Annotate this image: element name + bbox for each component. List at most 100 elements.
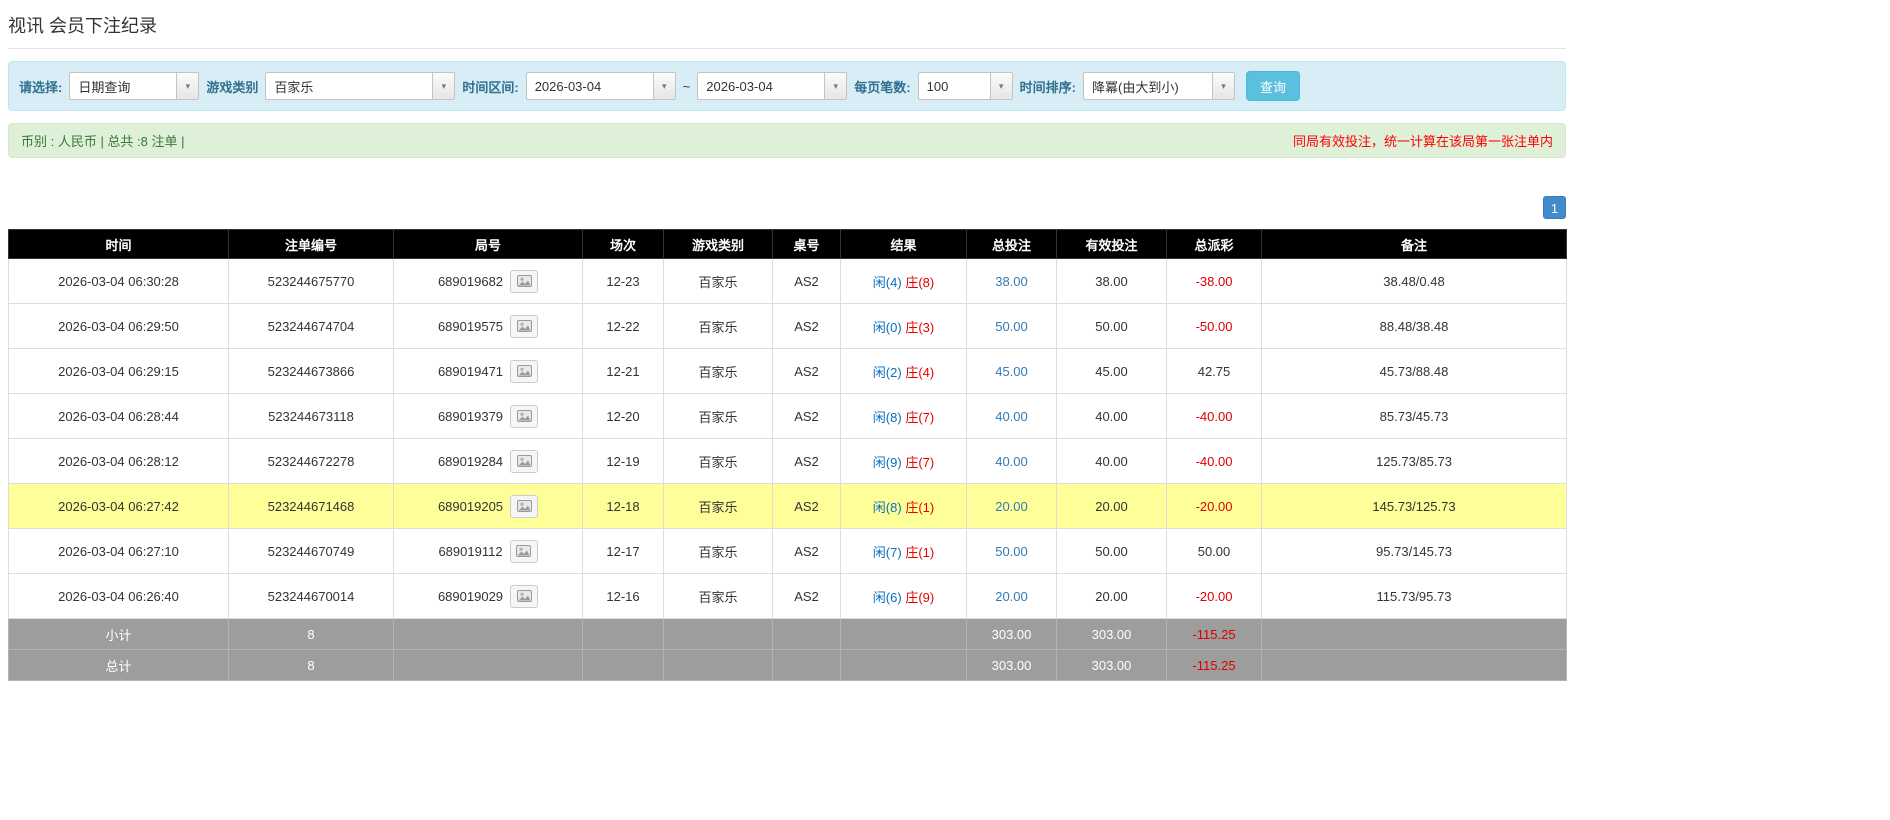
time-cell: 2026-03-04 06:28:44 <box>8 393 229 439</box>
video-replay-icon[interactable] <box>510 269 539 293</box>
total-bet-cell: 50.00 <box>966 303 1057 349</box>
total-bet-link[interactable]: 50.00 <box>995 319 1028 334</box>
remark-cell: 95.73/145.73 <box>1261 528 1567 574</box>
payout-cell: 50.00 <box>1166 528 1262 574</box>
header-remark: 备注 <box>1261 229 1567 259</box>
subtotal-payout: -115.25 <box>1166 618 1262 650</box>
session-cell: 12-17 <box>582 528 664 574</box>
session-cell: 12-16 <box>582 573 664 619</box>
session-cell: 12-20 <box>582 393 664 439</box>
total-bet-link[interactable]: 45.00 <box>995 364 1028 379</box>
round-id: 689019205 <box>437 498 504 514</box>
payout-cell: -20.00 <box>1166 483 1262 529</box>
total-valid-bet: 303.00 <box>1056 649 1167 681</box>
header-session: 场次 <box>582 229 664 259</box>
search-button[interactable]: 查询 <box>1245 71 1300 101</box>
date-from-picker[interactable]: 2026-03-04 ▾ <box>525 72 676 100</box>
round-id: 689019575 <box>437 318 504 334</box>
video-replay-icon[interactable] <box>510 359 539 383</box>
currency-total-text: 币别 : 人民币 | 总共 :8 注单 | <box>21 134 185 149</box>
chevron-down-icon[interactable]: ▾ <box>176 73 199 99</box>
game-type-label: 游戏类别 <box>206 79 259 95</box>
table-row: 2026-03-04 06:27:42 523244671468 6890192… <box>8 483 1567 529</box>
round-cell: 689019205 <box>393 483 583 529</box>
round-cell: 689019112 <box>393 528 583 574</box>
video-replay-icon[interactable] <box>510 449 539 473</box>
bet-id-cell: 523244670749 <box>228 528 394 574</box>
chevron-down-icon[interactable]: ▾ <box>989 73 1012 99</box>
total-bet-link[interactable]: 50.00 <box>995 544 1028 559</box>
time-cell: 2026-03-04 06:29:15 <box>8 348 229 394</box>
total-bet-link[interactable]: 20.00 <box>995 589 1028 604</box>
summary-bar: 币别 : 人民币 | 总共 :8 注单 | 同局有效投注，统一计算在该局第一张注… <box>8 123 1566 158</box>
video-replay-icon[interactable] <box>510 314 539 338</box>
bet-id-cell: 523244673866 <box>228 348 394 394</box>
round-cell: 689019471 <box>393 348 583 394</box>
valid-bet-cell: 50.00 <box>1056 528 1167 574</box>
chevron-down-icon[interactable]: ▾ <box>1211 73 1234 99</box>
bet-id-cell: 523244675770 <box>228 258 394 304</box>
query-type-select[interactable]: 日期查询 ▾ <box>69 72 200 100</box>
bet-id-cell: 523244674704 <box>228 303 394 349</box>
bet-records-table: 时间 注单编号 局号 场次 游戏类别 桌号 结果 总投注 有效投注 总派彩 备注… <box>8 229 1567 681</box>
result-player: 闲(8) <box>872 499 902 515</box>
page-size-value: 100 <box>926 78 949 94</box>
game-type-cell: 百家乐 <box>663 438 773 484</box>
round-id: 689019682 <box>437 273 504 289</box>
payout-cell: -20.00 <box>1166 573 1262 619</box>
total-bet-link[interactable]: 40.00 <box>995 454 1028 469</box>
table-no-cell: AS2 <box>772 393 841 439</box>
remark-cell: 85.73/45.73 <box>1261 393 1567 439</box>
chevron-down-icon[interactable]: ▾ <box>432 73 455 99</box>
page-title: 视讯 会员下注纪录 <box>8 16 158 36</box>
time-cell: 2026-03-04 06:29:50 <box>8 303 229 349</box>
video-replay-icon[interactable] <box>510 404 539 428</box>
result-banker: 庄(4) <box>905 364 935 380</box>
total-label: 总计 <box>8 649 229 681</box>
total-bet-link[interactable]: 40.00 <box>995 409 1028 424</box>
sort-select[interactable]: 降冪(由大到小) ▾ <box>1082 72 1235 100</box>
subtotal-total-bet: 303.00 <box>966 618 1057 650</box>
round-id: 689019471 <box>437 363 504 379</box>
total-bet-cell: 20.00 <box>966 483 1057 529</box>
video-replay-icon[interactable] <box>509 539 538 563</box>
result-player: 闲(2) <box>872 364 902 380</box>
total-bet-link[interactable]: 20.00 <box>995 499 1028 514</box>
game-type-value: 百家乐 <box>274 79 314 95</box>
time-cell: 2026-03-04 06:28:12 <box>8 438 229 484</box>
result-cell: 闲(7) 庄(1) <box>840 528 967 574</box>
filter-bar: 请选择: 日期查询 ▾ 游戏类别 百家乐 ▾ 时间区间: 2026-03-04 … <box>8 61 1566 111</box>
round-cell: 689019379 <box>393 393 583 439</box>
table-row: 2026-03-04 06:29:50 523244674704 6890195… <box>8 303 1567 349</box>
result-cell: 闲(8) 庄(1) <box>840 483 967 529</box>
session-cell: 12-23 <box>582 258 664 304</box>
game-type-cell: 百家乐 <box>663 303 773 349</box>
video-replay-icon[interactable] <box>510 584 539 608</box>
result-cell: 闲(2) 庄(4) <box>840 348 967 394</box>
result-cell: 闲(4) 庄(8) <box>840 258 967 304</box>
result-cell: 闲(0) 庄(3) <box>840 303 967 349</box>
chevron-down-icon[interactable]: ▾ <box>652 73 675 99</box>
header-valid-bet: 有效投注 <box>1056 229 1167 259</box>
header-result: 结果 <box>840 229 967 259</box>
date-from-value: 2026-03-04 <box>534 78 602 94</box>
result-banker: 庄(8) <box>905 274 935 290</box>
result-player: 闲(4) <box>872 274 902 290</box>
video-replay-icon[interactable] <box>510 494 539 518</box>
time-range-label: 时间区间: <box>462 79 519 95</box>
subtotal-count: 8 <box>228 618 394 650</box>
session-cell: 12-22 <box>582 303 664 349</box>
chevron-down-icon[interactable]: ▾ <box>824 73 847 99</box>
remark-cell: 125.73/85.73 <box>1261 438 1567 484</box>
result-player: 闲(9) <box>872 454 902 470</box>
page-size-select[interactable]: 100 ▾ <box>917 72 1013 100</box>
result-banker: 庄(1) <box>905 499 935 515</box>
date-to-picker[interactable]: 2026-03-04 ▾ <box>697 72 848 100</box>
result-banker: 庄(7) <box>905 409 935 425</box>
table-row: 2026-03-04 06:29:15 523244673866 6890194… <box>8 348 1567 394</box>
game-type-select[interactable]: 百家乐 ▾ <box>265 72 456 100</box>
total-bet-cell: 20.00 <box>966 573 1057 619</box>
game-type-cell: 百家乐 <box>663 573 773 619</box>
total-bet-link[interactable]: 38.00 <box>995 274 1028 289</box>
pagination-page-1[interactable]: 1 <box>1543 196 1566 219</box>
